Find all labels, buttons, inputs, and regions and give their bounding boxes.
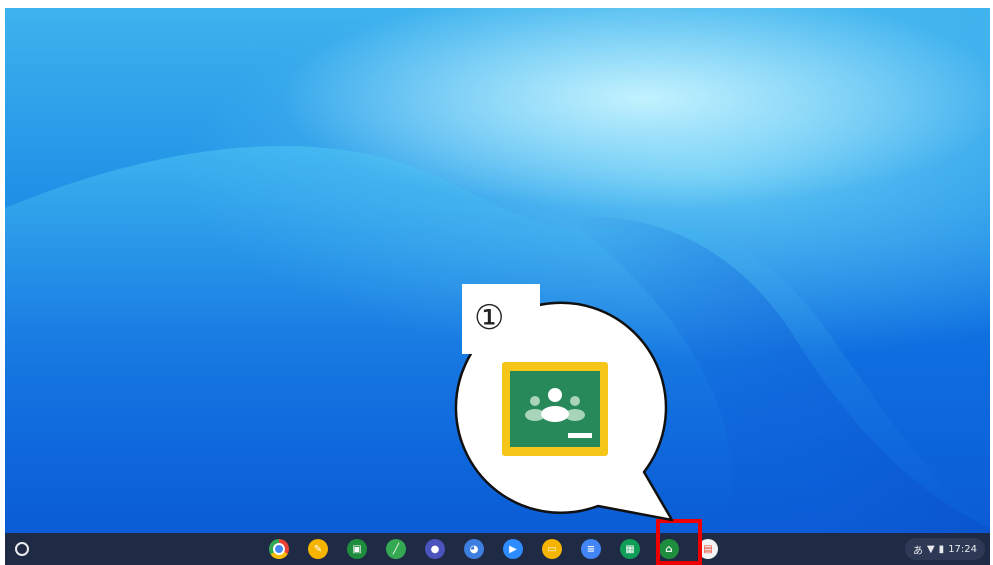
step-number: ① <box>474 298 505 338</box>
classroom-icon-enlarged <box>502 362 608 456</box>
classroom-board <box>510 371 600 447</box>
classroom-people-icon <box>525 388 592 438</box>
callout-bubble <box>454 301 674 522</box>
